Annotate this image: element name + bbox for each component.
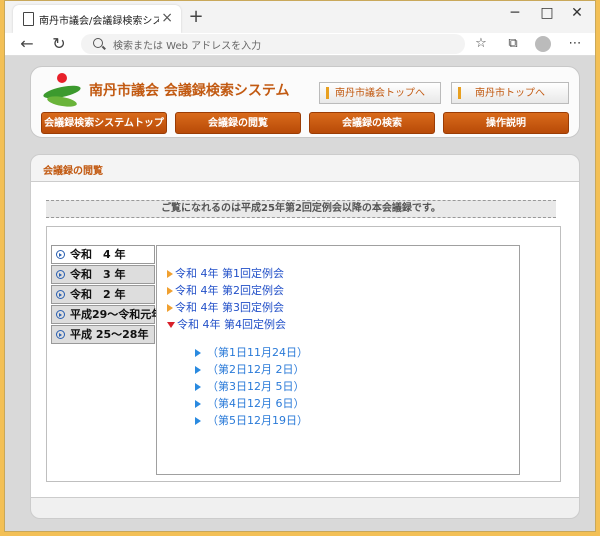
circle-arrow-icon xyxy=(56,250,65,259)
year-item-r2[interactable]: 令和 2 年 xyxy=(51,285,155,304)
section-title: 会議録の閲覧 xyxy=(43,166,103,177)
collapsed-arrow-icon xyxy=(167,287,173,295)
section-header: 会議録の閲覧 xyxy=(30,154,580,182)
site-title: 南丹市議会 会議録検索システム xyxy=(89,83,290,99)
session-link-2[interactable]: 令和 4年 第2回定例会 xyxy=(167,282,284,298)
menu-browse[interactable]: 会議録の閲覧 xyxy=(175,112,301,134)
url-input[interactable]: 検索または Web アドレスを入力 xyxy=(81,34,465,54)
maximize-icon[interactable]: □ xyxy=(535,5,559,21)
day-arrow-icon xyxy=(195,349,201,357)
day-arrow-icon xyxy=(195,417,201,425)
year-sidebar: 令和 4 年 令和 3 年 令和 2 年 平成29～令和元年 平成 25～28年 xyxy=(51,245,162,345)
notice-banner: ご覧になれるのは平成25年第2回定例会以降の本会議録です。 xyxy=(46,200,556,218)
new-tab-button[interactable]: + xyxy=(185,6,207,28)
menu-search-top[interactable]: 会議録検索システムトップ xyxy=(41,112,167,134)
site-header: 南丹市議会 会議録検索システム 南丹市議会トップへ 南丹市トップへ 会議録検索シ… xyxy=(30,66,580,138)
day-link-3[interactable]: （第3日12月 5日） xyxy=(195,378,305,394)
address-bar: ← ↻ 検索または Web アドレスを入力 ☆ ⧉ ⋯ xyxy=(5,33,595,56)
session-link-3[interactable]: 令和 4年 第3回定例会 xyxy=(167,299,284,315)
menu-help[interactable]: 操作説明 xyxy=(443,112,569,134)
circle-arrow-icon xyxy=(56,290,65,299)
collections-icon[interactable]: ⧉ xyxy=(505,36,521,52)
collapsed-arrow-icon xyxy=(167,304,173,312)
day-link-2[interactable]: （第2日12月 2日） xyxy=(195,361,305,377)
collapsed-arrow-icon xyxy=(167,270,173,278)
tab-bar: 南丹市議会/会議録検索システム × + ─ □ ✕ xyxy=(5,1,595,33)
city-top-link[interactable]: 南丹市トップへ xyxy=(451,82,569,104)
favorites-icon[interactable]: ☆ xyxy=(473,36,489,52)
day-arrow-icon xyxy=(195,400,201,408)
tab-title: 南丹市議会/会議録検索システム xyxy=(39,16,159,27)
day-arrow-icon xyxy=(195,383,201,391)
year-item-r3[interactable]: 令和 3 年 xyxy=(51,265,155,284)
minimize-icon[interactable]: ─ xyxy=(503,5,527,21)
day-arrow-icon xyxy=(195,366,201,374)
city-logo-icon xyxy=(42,73,83,109)
profile-avatar[interactable] xyxy=(535,36,551,52)
year-item-h25-28[interactable]: 平成 25～28年 xyxy=(51,325,155,344)
search-icon xyxy=(93,38,103,48)
expanded-arrow-icon xyxy=(167,322,175,328)
close-window-icon[interactable]: ✕ xyxy=(565,5,589,21)
session-link-1[interactable]: 令和 4年 第1回定例会 xyxy=(167,265,284,281)
url-placeholder: 検索または Web アドレスを入力 xyxy=(113,41,262,52)
session-link-4[interactable]: 令和 4年 第4回定例会 xyxy=(167,316,286,332)
browser-tab[interactable]: 南丹市議会/会議録検索システム × xyxy=(13,5,181,33)
content-panel: ご覧になれるのは平成25年第2回定例会以降の本会議録です。 令和 4 年 令和 … xyxy=(30,182,580,497)
council-top-link[interactable]: 南丹市議会トップへ xyxy=(319,82,441,104)
browser-window: 南丹市議会/会議録検索システム × + ─ □ ✕ ← ↻ 検索または Web … xyxy=(4,0,596,532)
document-icon xyxy=(23,12,34,26)
day-link-4[interactable]: （第4日12月 6日） xyxy=(195,395,305,411)
session-pane: 令和 4年 第1回定例会 令和 4年 第2回定例会 令和 4年 第3回定例会 令… xyxy=(156,245,520,475)
day-link-1[interactable]: （第1日11月24日） xyxy=(195,344,308,360)
day-link-5[interactable]: （第5日12月19日） xyxy=(195,412,308,428)
circle-arrow-icon xyxy=(56,270,65,279)
circle-arrow-icon xyxy=(56,310,65,319)
close-tab-icon[interactable]: × xyxy=(161,9,173,27)
refresh-icon[interactable]: ↻ xyxy=(49,33,69,55)
page-footer xyxy=(30,497,580,519)
circle-arrow-icon xyxy=(56,330,65,339)
page-viewport: 南丹市議会 会議録検索システム 南丹市議会トップへ 南丹市トップへ 会議録検索シ… xyxy=(5,56,595,531)
menu-search[interactable]: 会議録の検索 xyxy=(309,112,435,134)
back-icon[interactable]: ← xyxy=(17,33,37,55)
year-item-h29-r1[interactable]: 平成29～令和元年 xyxy=(51,305,162,324)
more-icon[interactable]: ⋯ xyxy=(567,36,583,52)
link-marker-icon xyxy=(326,87,329,99)
link-marker-icon xyxy=(458,87,461,99)
year-item-r4[interactable]: 令和 4 年 xyxy=(51,245,155,264)
